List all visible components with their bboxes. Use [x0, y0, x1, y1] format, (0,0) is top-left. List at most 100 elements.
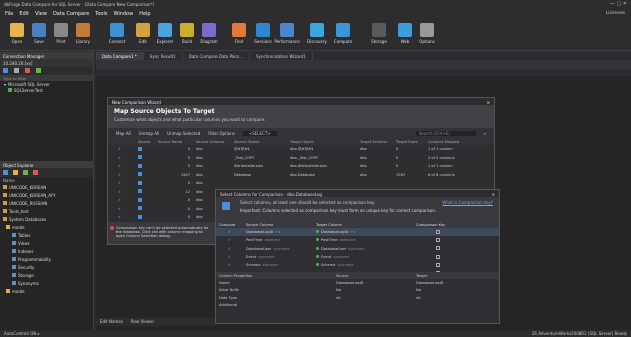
- compare-checkbox[interactable]: ✓: [118, 173, 121, 177]
- tab-data-pairs[interactable]: Data Compare Data Pairs...: [183, 52, 251, 60]
- storage-icon: [372, 23, 386, 37]
- comparison-key-checkbox[interactable]: [436, 237, 440, 242]
- license-link[interactable]: Licenses: [606, 11, 625, 16]
- tree-item[interactable]: Synonyms: [0, 279, 93, 287]
- mapping-row[interactable]: ✓ 0 dbo AttributeVersion dbo.AttributeVersio…: [108, 162, 494, 171]
- unmap-all-button[interactable]: Unmap All: [139, 131, 160, 136]
- mapping-row[interactable]: ✓ 0 dbo @#@#$ dbo.@#@#$ dbo 0 1 of 1 column: [108, 145, 494, 154]
- stop-icon[interactable]: [33, 170, 38, 175]
- tab-row-viewer[interactable]: Row Viewer: [131, 319, 154, 325]
- conn-tree-server[interactable]: SQLServerTest: [0, 87, 93, 93]
- tab-sync-result[interactable]: Sync Result1: [144, 52, 183, 60]
- toolbar-button-sessions[interactable]: Sessions: [250, 22, 276, 49]
- column-row[interactable]: ✓ DatabaseLogID int DatabaseLogID int: [216, 228, 499, 237]
- toolbar-button-find[interactable]: Find: [226, 22, 252, 49]
- comparison-key-checkbox[interactable]: [436, 229, 440, 234]
- tree-item[interactable]: Indexes: [0, 247, 93, 255]
- toolbar-button-compare[interactable]: Compare: [330, 22, 356, 49]
- column-row[interactable]: ✓ Event sysname Event sysname: [216, 253, 499, 261]
- menu-data-compare[interactable]: Data Compare: [53, 11, 89, 17]
- menu-window[interactable]: Window: [113, 11, 133, 17]
- tree-item[interactable]: Programmability: [0, 255, 93, 263]
- compare-checkbox[interactable]: ✓: [216, 230, 246, 234]
- tree-item-label: model: [12, 288, 25, 294]
- tab-data-compare[interactable]: Data Compare1 *: [96, 52, 144, 60]
- search-input[interactable]: Search (Ctrl+E): [415, 130, 476, 136]
- compare-checkbox[interactable]: ✓: [118, 164, 121, 168]
- menu-edit[interactable]: Edit: [19, 11, 29, 17]
- close-icon[interactable]: ✕: [492, 192, 495, 197]
- close-icon[interactable]: ✕: [487, 100, 490, 105]
- toolbar-button-library[interactable]: Library: [70, 22, 96, 49]
- tree-item[interactable]: model: [0, 287, 93, 295]
- toolbar-button-options[interactable]: Options: [414, 22, 440, 49]
- target-column-cell[interactable]: PostTime datetime: [316, 238, 416, 242]
- folder-icon[interactable]: [13, 170, 18, 175]
- cell-icon: [138, 146, 158, 152]
- toolbar-button-diagram[interactable]: Diagram: [196, 22, 222, 49]
- compare-checkbox[interactable]: ✓: [118, 147, 121, 151]
- window-controls[interactable]: — ▢ ✕: [610, 1, 627, 7]
- menu-help[interactable]: Help: [139, 11, 150, 17]
- menu-view[interactable]: View: [35, 11, 47, 17]
- compare-checkbox[interactable]: ✓: [216, 263, 246, 267]
- tree-item[interactable]: UNICODE_KOREAN_AYY: [0, 191, 93, 199]
- database-icon: [3, 193, 7, 197]
- table-icon: [138, 155, 142, 160]
- comparison-key-help-link[interactable]: What is Comparison key?: [442, 200, 493, 205]
- tree-item[interactable]: model: [0, 223, 93, 231]
- source-column-cell: DatabaseUser sysname: [246, 247, 316, 251]
- refresh-connection-icon[interactable]: [36, 68, 41, 73]
- column-row[interactable]: ✓ Schema sysname Schema sysname: [216, 261, 499, 269]
- edit-connection-icon[interactable]: [14, 68, 19, 73]
- autocommit-status[interactable]: AutoCommit ON ▸: [4, 331, 40, 336]
- tree-item[interactable]: UNICODE_KOREAN: [0, 183, 93, 191]
- map-all-button[interactable]: Map All: [116, 131, 131, 136]
- target-column-cell[interactable]: Schema sysname: [316, 263, 416, 267]
- toolbar-button-storage[interactable]: Storage: [366, 22, 392, 49]
- compare-checkbox[interactable]: ✓: [216, 255, 246, 259]
- new-connection-icon[interactable]: [3, 68, 8, 73]
- toolbar-button-performance[interactable]: Performance: [274, 22, 300, 49]
- mapping-row[interactable]: ✓ 0 dbo _Test_COPY dbo._Test_COPY dbo 0 2 of 2 …: [108, 154, 494, 163]
- column-row[interactable]: ✓ PostTime datetime PostTime datetime: [216, 236, 499, 244]
- compare-checkbox[interactable]: ✓: [118, 198, 121, 202]
- menu-tools[interactable]: Tools: [95, 11, 107, 17]
- comparison-key-checkbox[interactable]: [436, 254, 440, 259]
- connect-icon[interactable]: [3, 170, 8, 175]
- server-select[interactable]: 10.240.20.[xx]: [0, 59, 93, 67]
- tree-item[interactable]: Security: [0, 263, 93, 271]
- compare-checkbox[interactable]: ✓: [216, 247, 246, 251]
- unmap-selected-button[interactable]: Unmap Selected: [167, 131, 200, 136]
- tab-edit-names[interactable]: Edit Names: [100, 319, 123, 325]
- filter-select[interactable]: <SELECT>: [242, 130, 277, 136]
- delete-connection-icon[interactable]: [25, 68, 30, 73]
- compare-checkbox[interactable]: ✓: [118, 207, 121, 211]
- compare-checkbox[interactable]: ✓: [118, 156, 121, 160]
- mapping-row[interactable]: ✓ 1567 dbo Database dbo.Database dbo 1567 6 of …: [108, 171, 494, 180]
- target-column-cell[interactable]: Event sysname: [316, 255, 416, 259]
- compare-checkbox[interactable]: ✓: [118, 215, 121, 219]
- compare-checkbox[interactable]: ✓: [216, 238, 246, 242]
- compare-checkbox[interactable]: ✓: [118, 181, 121, 185]
- toolbar-button-connect[interactable]: Connect: [104, 22, 130, 49]
- tree-item[interactable]: Tables: [0, 231, 93, 239]
- refresh-icon[interactable]: [23, 170, 28, 175]
- tree-item[interactable]: Views: [0, 239, 93, 247]
- column-row[interactable]: ✓ DatabaseUser sysname DatabaseUser sysname: [216, 245, 499, 253]
- comparison-key-checkbox[interactable]: [436, 246, 440, 251]
- compare-checkbox[interactable]: ✓: [118, 190, 121, 194]
- target-column-cell[interactable]: DatabaseLogID int: [316, 230, 416, 234]
- tree-item[interactable]: Tools_test: [0, 207, 93, 215]
- toolbar-button-label: Find: [234, 39, 244, 44]
- target-column-cell[interactable]: DatabaseUser sysname: [316, 246, 416, 251]
- tree-item[interactable]: System Databases: [0, 215, 93, 223]
- tree-item[interactable]: Storage: [0, 271, 93, 279]
- tree-item[interactable]: UNICODE_RUSSIAN: [0, 199, 93, 207]
- toolbar-button-discovery[interactable]: Discovery: [304, 22, 330, 49]
- menu-file[interactable]: File: [5, 11, 13, 17]
- comparison-key-checkbox[interactable]: [436, 262, 440, 267]
- comparison-key-cell: [416, 262, 476, 268]
- tab-sync-wizard[interactable]: Synchronization Wizard1: [250, 52, 313, 60]
- mapping-row[interactable]: ✓ 0 dbo: [108, 179, 494, 188]
